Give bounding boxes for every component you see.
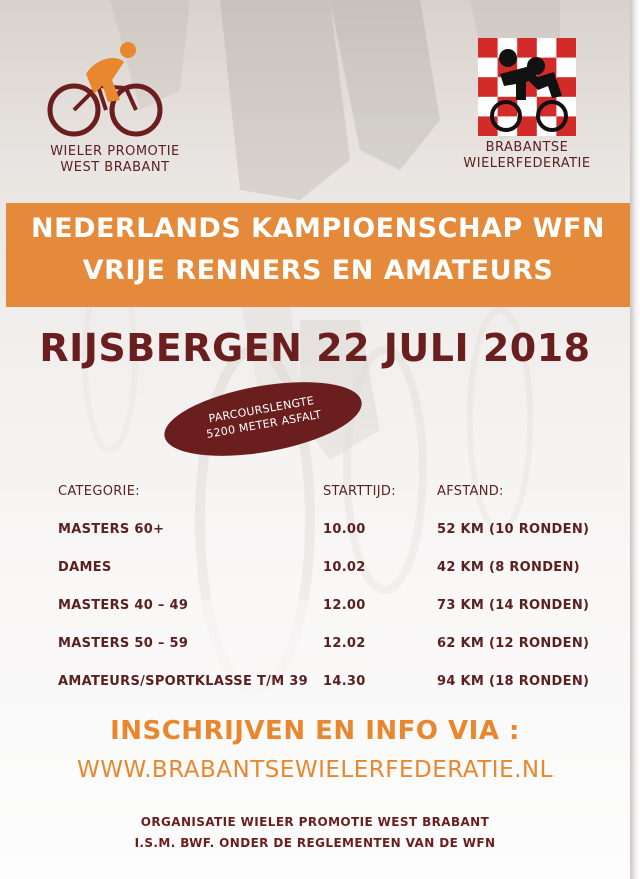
row-start: 14.30 <box>323 674 366 689</box>
footer-line2: I.S.M. BWF. ONDER DE REGLEMENTEN VAN DE … <box>134 836 496 850</box>
row-distance: 52 KM (10 RONDEN) <box>437 522 590 537</box>
poster: WIELER PROMOTIE WEST BRABANT BRABANTSE W… <box>0 0 630 879</box>
row-start: 12.02 <box>323 636 366 651</box>
logo-left-line2: WEST BRABANT <box>60 160 170 175</box>
info-heading: INSCHRIJVEN EN INFO VIA : <box>110 716 520 746</box>
wieler-promotie-logo: WIELER PROMOTIE WEST BRABANT <box>40 40 179 176</box>
row-category: DAMES <box>58 560 112 575</box>
logo-right-line1: BRABANTSE <box>485 140 569 155</box>
table-row: DAMES 10.02 42 KM (8 RONDEN) <box>58 560 598 580</box>
row-distance: 73 KM (14 RONDEN) <box>437 598 590 613</box>
row-start: 10.00 <box>323 522 366 537</box>
table-row: MASTERS 40 – 49 12.00 73 KM (14 RONDEN) <box>58 598 598 618</box>
row-start: 10.02 <box>323 560 366 575</box>
logo-left-line1: WIELER PROMOTIE <box>50 144 180 159</box>
table-row: MASTERS 50 – 59 12.02 62 KM (12 RONDEN) <box>58 636 598 656</box>
brabantse-wielerfederatie-logo: BRABANTSE WIELERFEDERATIE <box>452 38 602 172</box>
header-start: STARTTIJD: <box>323 484 396 499</box>
header-distance: AFSTAND: <box>437 484 504 499</box>
row-category: MASTERS 50 – 59 <box>58 636 189 651</box>
event-title: RIJSBERGEN 22 JULI 2018 <box>39 326 591 370</box>
page-edge <box>630 0 640 879</box>
table-row: AMATEURS/SPORTKLASSE T/M 39 14.30 94 KM … <box>58 674 598 694</box>
header-category: CATEGORIE: <box>58 484 140 499</box>
row-category: MASTERS 40 – 49 <box>58 598 189 613</box>
logo-right-line2: WIELERFEDERATIE <box>463 156 591 171</box>
row-start: 12.00 <box>323 598 366 613</box>
championship-banner: NEDERLANDS KAMPIOENSCHAP WFN VRIJE RENNE… <box>6 203 630 307</box>
schedule-header: CATEGORIE: STARTTIJD: AFSTAND: <box>58 484 598 504</box>
table-row: MASTERS 60+ 10.00 52 KM (10 RONDEN) <box>58 522 598 542</box>
schedule-table: CATEGORIE: STARTTIJD: AFSTAND: MASTERS 6… <box>58 484 598 694</box>
checkered-cyclist-icon <box>478 38 576 136</box>
cyclist-icon <box>47 42 163 137</box>
row-category: AMATEURS/SPORTKLASSE T/M 39 <box>58 674 308 689</box>
row-distance: 42 KM (8 RONDEN) <box>437 560 580 575</box>
banner-line2: VRIJE RENNERS EN AMATEURS <box>82 255 554 286</box>
footer-line1: ORGANISATIE WIELER PROMOTIE WEST BRABANT <box>140 815 490 829</box>
row-distance: 62 KM (12 RONDEN) <box>437 636 590 651</box>
banner-line1: NEDERLANDS KAMPIOENSCHAP WFN <box>31 213 605 244</box>
row-category: MASTERS 60+ <box>58 522 165 537</box>
info-url[interactable]: WWW.BRABANTSEWIELERFEDERATIE.NL <box>0 757 630 783</box>
row-distance: 94 KM (18 RONDEN) <box>437 674 590 689</box>
